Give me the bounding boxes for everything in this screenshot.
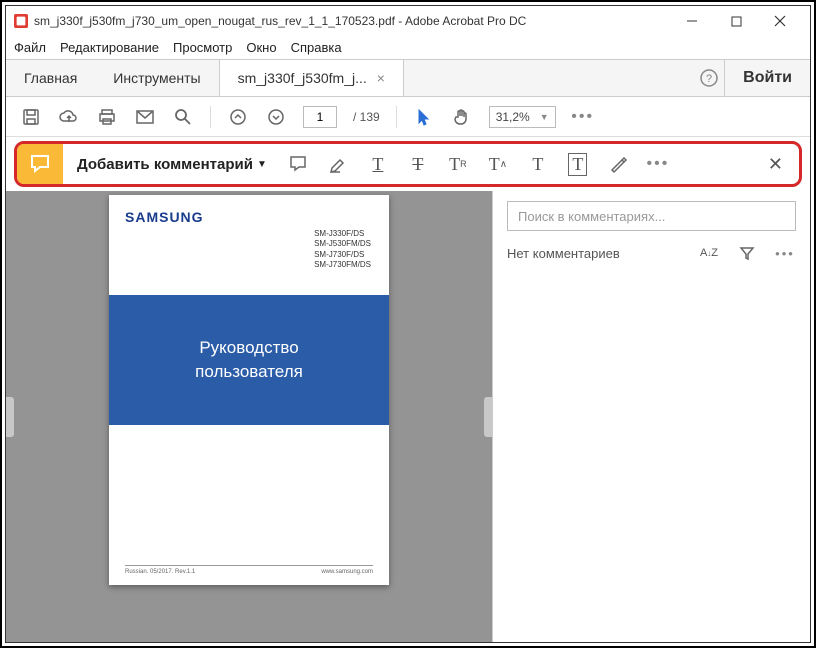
text-strikethrough-icon[interactable]: T <box>407 153 429 175</box>
maximize-button[interactable] <box>714 6 758 36</box>
comment-search-input[interactable]: Поиск в комментариях... <box>507 201 796 231</box>
left-pane-handle[interactable] <box>6 397 14 437</box>
minimize-button[interactable] <box>670 6 714 36</box>
window-title: sm_j330f_j530fm_j730_um_open_nougat_rus_… <box>34 14 526 28</box>
highlight-icon[interactable] <box>327 153 349 175</box>
menu-edit[interactable]: Редактирование <box>60 40 159 55</box>
email-icon[interactable] <box>134 106 156 128</box>
search-icon[interactable] <box>172 106 194 128</box>
text-replace-icon[interactable]: TR <box>447 153 469 175</box>
svg-text:?: ? <box>706 73 712 85</box>
document-viewport[interactable]: SAMSUNG SM-J330F/DS SM-J530FM/DS SM-J730… <box>6 191 492 642</box>
right-pane-handle[interactable] <box>484 397 492 437</box>
tab-home[interactable]: Главная <box>6 60 95 96</box>
text-box-icon[interactable]: T <box>567 153 589 175</box>
doc-footer-right: www.samsung.com <box>321 569 373 575</box>
tab-document[interactable]: sm_j330f_j530fm_j... × <box>219 60 404 96</box>
print-icon[interactable] <box>96 106 118 128</box>
menu-help[interactable]: Справка <box>291 40 342 55</box>
page-up-icon[interactable] <box>227 106 249 128</box>
separator <box>210 106 211 128</box>
menu-view[interactable]: Просмотр <box>173 40 232 55</box>
menu-window[interactable]: Окно <box>246 40 276 55</box>
separator <box>396 106 397 128</box>
text-tool-icon[interactable]: T <box>527 153 549 175</box>
tab-document-label: sm_j330f_j530fm_j... <box>238 70 367 86</box>
doc-footer-left: Russian. 05/2017. Rev.1.1 <box>125 569 195 575</box>
pointer-icon[interactable] <box>413 106 435 128</box>
cloud-upload-icon[interactable] <box>58 106 80 128</box>
page-number-input[interactable] <box>303 106 337 128</box>
doc-title-box: Руководство пользователя <box>109 295 389 425</box>
page-total: / 139 <box>353 110 380 124</box>
tab-tools[interactable]: Инструменты <box>95 60 218 96</box>
sticky-note-icon[interactable] <box>287 153 309 175</box>
comment-toolbar: Добавить комментарий▼ T T TR T∧ T T ••• … <box>14 141 802 187</box>
filter-comments-icon[interactable] <box>736 245 758 261</box>
text-underline-icon[interactable]: T <box>367 153 389 175</box>
more-tools-icon[interactable]: ••• <box>572 106 594 128</box>
sort-comments-icon[interactable]: A↓Z <box>698 247 720 259</box>
menu-file[interactable]: Файл <box>14 40 46 55</box>
page-down-icon[interactable] <box>265 106 287 128</box>
comment-options-icon[interactable]: ••• <box>774 246 796 261</box>
doc-brand: SAMSUNG <box>125 209 204 225</box>
more-comment-tools-icon[interactable]: ••• <box>647 153 669 175</box>
pdf-file-icon <box>14 14 28 28</box>
no-comments-label: Нет комментариев <box>507 246 620 261</box>
doc-models: SM-J330F/DS SM-J530FM/DS SM-J730F/DS SM-… <box>314 229 371 271</box>
hand-icon[interactable] <box>451 106 473 128</box>
zoom-dropdown[interactable]: 31,2%▼ <box>489 106 556 128</box>
save-icon[interactable] <box>20 106 42 128</box>
comment-mode-icon[interactable] <box>17 144 63 184</box>
pdf-page: SAMSUNG SM-J330F/DS SM-J530FM/DS SM-J730… <box>109 195 389 585</box>
text-insert-icon[interactable]: T∧ <box>487 153 509 175</box>
draw-icon[interactable] <box>607 153 629 175</box>
login-button[interactable]: Войти <box>724 60 810 96</box>
close-comment-bar-icon[interactable]: ✕ <box>752 154 799 175</box>
add-comment-dropdown[interactable]: Добавить комментарий▼ <box>63 156 281 173</box>
help-button[interactable]: ? <box>694 60 724 96</box>
close-window-button[interactable] <box>758 6 802 36</box>
tab-close-icon[interactable]: × <box>377 70 385 86</box>
